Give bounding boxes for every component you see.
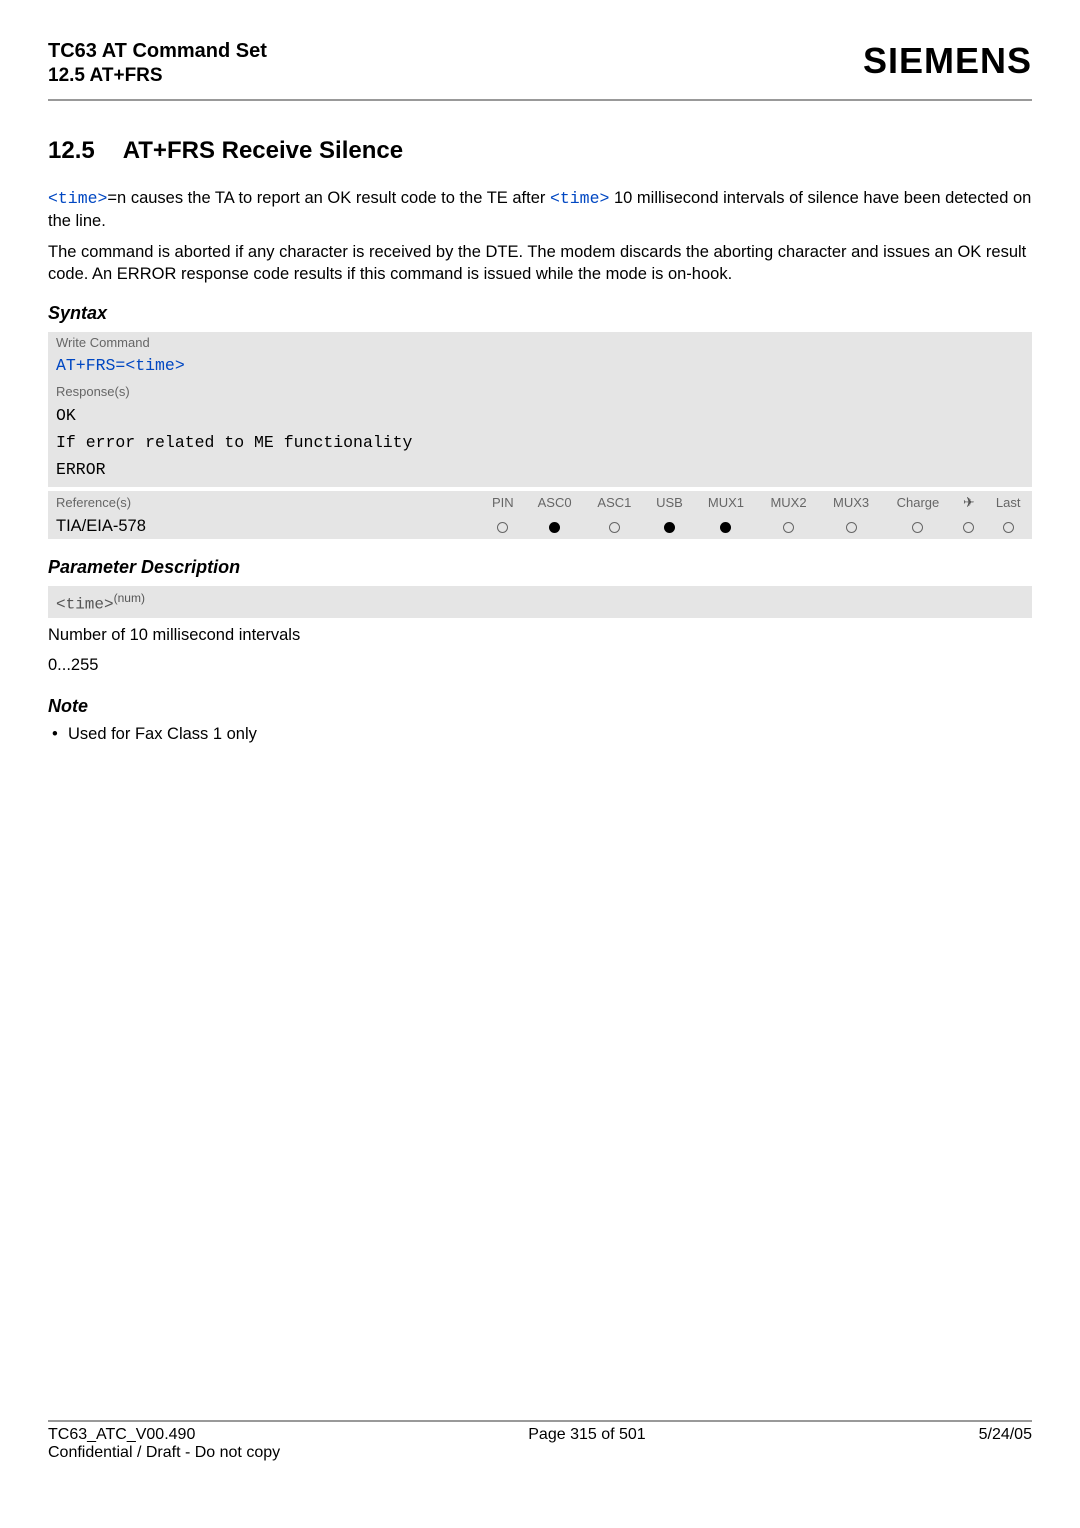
cell-mux1 (695, 514, 758, 539)
airplane-icon: ✈ (963, 494, 975, 510)
syntax-heading: Syntax (48, 303, 1032, 324)
col-last: Last (984, 491, 1032, 514)
dot-empty-icon (497, 522, 508, 533)
col-mux2: MUX2 (757, 491, 820, 514)
footer-right: 5/24/05 (979, 1426, 1032, 1444)
dot-empty-icon (912, 522, 923, 533)
reference-header-row: Reference(s) PIN ASC0 ASC1 USB MUX1 MUX2… (48, 491, 1032, 514)
header-left: TC63 AT Command Set 12.5 AT+FRS (48, 40, 267, 87)
footer-center: Page 315 of 501 (528, 1426, 645, 1444)
syntax-block: Write Command AT+FRS=<time> Response(s) … (48, 332, 1032, 539)
param-sup: (num) (114, 591, 145, 605)
cell-usb (644, 514, 694, 539)
param-code: <time>(num) (48, 586, 1032, 618)
param-desc-line1: Number of 10 millisecond intervals (48, 624, 1032, 648)
write-command-label: Write Command (48, 332, 1032, 352)
intro-paragraph-1: <time>=n causes the TA to report an OK r… (48, 187, 1032, 233)
cell-mux2 (757, 514, 820, 539)
cell-mux3 (820, 514, 883, 539)
page-header: TC63 AT Command Set 12.5 AT+FRS SIEMENS (48, 40, 1032, 87)
reference-table: Reference(s) PIN ASC0 ASC1 USB MUX1 MUX2… (48, 491, 1032, 539)
intro-paragraph-2: The command is aborted if any character … (48, 241, 1032, 286)
param-desc-line2: 0...255 (48, 654, 1032, 678)
section-number: 12.5 (48, 137, 95, 165)
reference-label: Reference(s) (48, 491, 481, 514)
dot-filled-icon (664, 522, 675, 533)
response-line-ok: OK (48, 402, 1032, 429)
col-pin: PIN (481, 491, 525, 514)
col-asc0: ASC0 (525, 491, 585, 514)
col-airplane: ✈ (953, 491, 984, 514)
col-charge: Charge (882, 491, 953, 514)
section-title-text: AT+FRS Receive Silence (123, 137, 403, 164)
footer-confidential: Confidential / Draft - Do not copy (48, 1444, 1032, 1462)
dot-filled-icon (720, 522, 731, 533)
col-usb: USB (644, 491, 694, 514)
col-mux3: MUX3 (820, 491, 883, 514)
dot-empty-icon (609, 522, 620, 533)
response-line-error: ERROR (48, 456, 1032, 487)
cell-last (984, 514, 1032, 539)
dot-empty-icon (1003, 522, 1014, 533)
dot-empty-icon (963, 522, 974, 533)
cell-charge (882, 514, 953, 539)
reference-data-row: TIA/EIA-578 (48, 514, 1032, 539)
cell-pin (481, 514, 525, 539)
footer-left: TC63_ATC_V00.490 (48, 1426, 195, 1444)
response-label: Response(s) (48, 381, 1032, 402)
note-heading: Note (48, 696, 1032, 717)
time-param-ref-2: <time> (550, 189, 609, 208)
write-command-value: AT+FRS=<time> (48, 352, 1032, 381)
doc-title: TC63 AT Command Set (48, 40, 267, 63)
dot-filled-icon (549, 522, 560, 533)
header-divider (48, 99, 1032, 101)
response-line-error-desc: If error related to ME functionality (48, 429, 1032, 456)
doc-section-ref: 12.5 AT+FRS (48, 65, 267, 87)
section-heading: 12.5 AT+FRS Receive Silence (48, 137, 1032, 165)
cell-asc0 (525, 514, 585, 539)
dot-empty-icon (783, 522, 794, 533)
col-mux1: MUX1 (695, 491, 758, 514)
param-desc-heading: Parameter Description (48, 557, 1032, 578)
bullet-icon: • (52, 725, 68, 744)
siemens-logo: SIEMENS (863, 40, 1032, 82)
page-footer: TC63_ATC_V00.490 Page 315 of 501 5/24/05… (48, 1412, 1032, 1462)
cell-airplane (953, 514, 984, 539)
dot-empty-icon (846, 522, 857, 533)
note-item: •Used for Fax Class 1 only (52, 725, 1032, 744)
reference-value: TIA/EIA-578 (48, 514, 481, 539)
col-asc1: ASC1 (585, 491, 645, 514)
cell-asc1 (585, 514, 645, 539)
footer-divider (48, 1420, 1032, 1422)
time-param-ref: <time> (48, 189, 107, 208)
